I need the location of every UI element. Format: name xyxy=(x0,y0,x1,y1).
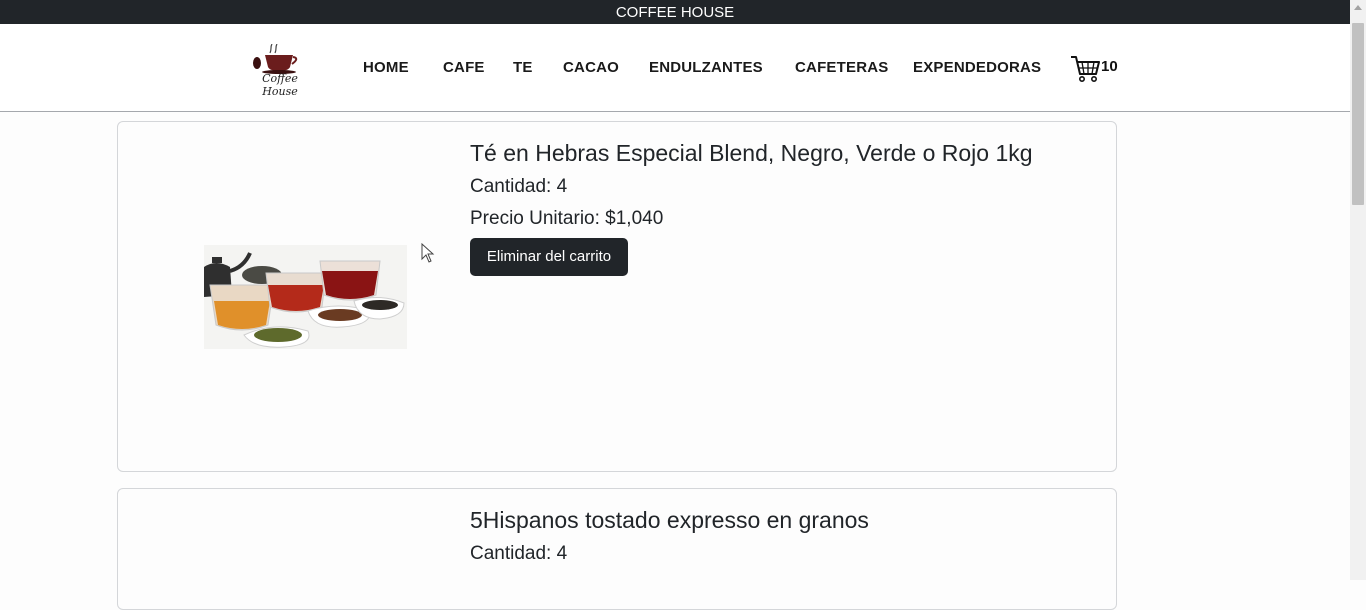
scroll-up-arrow-icon[interactable] xyxy=(1354,5,1362,10)
nav-home[interactable]: HOME xyxy=(363,59,409,76)
product-quantity: Cantidad: 4 xyxy=(470,543,568,564)
cart-button[interactable]: 10 xyxy=(1069,52,1125,84)
vertical-scrollbar[interactable] xyxy=(1350,0,1366,580)
cart-icon xyxy=(1071,56,1100,82)
mouse-pointer-icon xyxy=(421,243,435,263)
remove-from-cart-button[interactable]: Eliminar del carrito xyxy=(470,238,628,276)
product-unit-price: Precio Unitario: $1,040 xyxy=(470,208,664,229)
top-banner: COFFEE HOUSE xyxy=(0,0,1350,24)
coffee-house-logo[interactable]: Coffee House xyxy=(248,43,312,98)
site-title: COFFEE HOUSE xyxy=(615,4,735,21)
navbar: Coffee House HOME CAFE TE CACAO ENDULZAN… xyxy=(0,24,1350,112)
scrollbar-thumb[interactable] xyxy=(1352,23,1364,205)
nav-cafe[interactable]: CAFE xyxy=(443,59,485,76)
tea-product-image xyxy=(204,245,407,349)
cart-item-card: 5Hispanos tostado expresso en granos Can… xyxy=(117,488,1117,610)
cart-item-card: Té en Hebras Especial Blend, Negro, Verd… xyxy=(117,121,1117,472)
nav-cafeteras[interactable]: CAFETERAS xyxy=(795,59,888,76)
nav-expendedoras[interactable]: EXPENDEDORAS xyxy=(913,59,1041,76)
product-quantity: Cantidad: 4 xyxy=(470,176,568,197)
nav-endulzantes[interactable]: ENDULZANTES xyxy=(649,59,763,76)
product-title: Té en Hebras Especial Blend, Negro, Verd… xyxy=(470,140,1033,166)
coffee-cup-icon xyxy=(253,43,298,74)
cart-count-badge: 10 xyxy=(1101,58,1118,75)
logo-text: Coffee House xyxy=(262,72,298,98)
nav-cacao[interactable]: CACAO xyxy=(563,59,619,76)
nav-te[interactable]: TE xyxy=(513,59,533,76)
product-title: 5Hispanos tostado expresso en granos xyxy=(470,507,869,533)
